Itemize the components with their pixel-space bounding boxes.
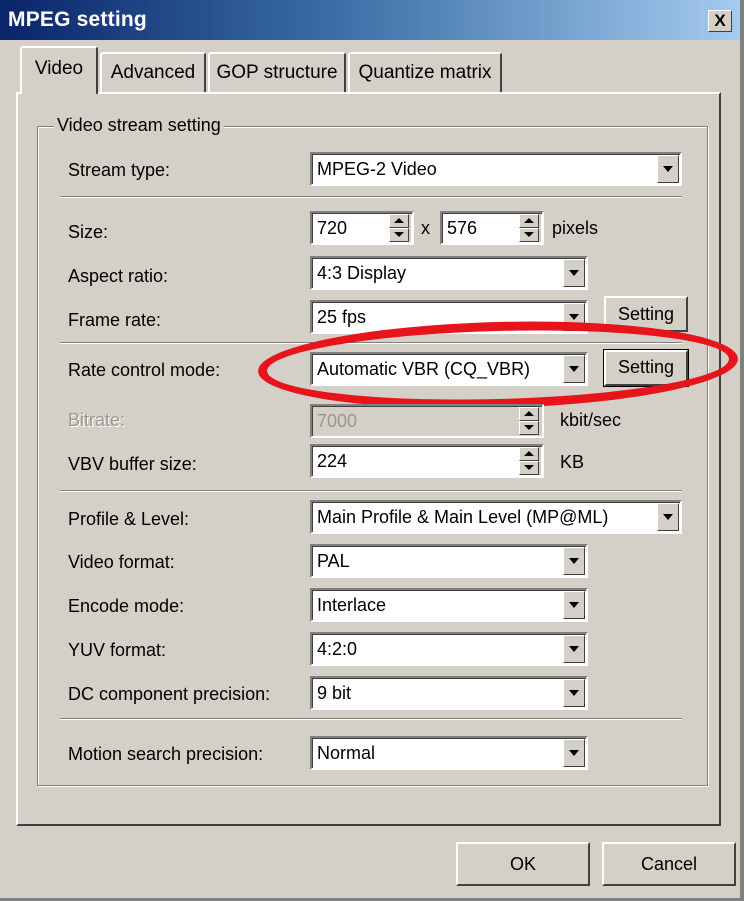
vbv-spin-buttons[interactable] bbox=[519, 447, 541, 475]
separator bbox=[60, 718, 682, 720]
chevron-down-icon[interactable] bbox=[563, 635, 585, 663]
aspect-ratio-label: Aspect ratio: bbox=[68, 266, 169, 286]
stream-type-label: Stream type: bbox=[68, 160, 171, 180]
video-format-select[interactable]: PAL bbox=[310, 544, 588, 578]
bitrate-spin-buttons bbox=[519, 407, 541, 435]
encode-mode-label: Encode mode: bbox=[68, 596, 185, 616]
group-title: Video stream setting bbox=[54, 115, 224, 136]
encode-mode-value: Interlace bbox=[317, 595, 387, 615]
frame-rate-value: 25 fps bbox=[317, 307, 367, 327]
close-icon: X bbox=[714, 11, 726, 30]
aspect-ratio-value: 4:3 Display bbox=[317, 263, 407, 283]
dc-precision-label: DC component precision: bbox=[68, 684, 271, 704]
spin-up-icon bbox=[519, 407, 539, 421]
chevron-down-icon[interactable] bbox=[563, 679, 585, 707]
profile-level-value: Main Profile & Main Level (MP@ML) bbox=[317, 507, 609, 527]
motion-search-label: Motion search precision: bbox=[68, 744, 264, 764]
video-format-value: PAL bbox=[317, 551, 350, 571]
separator bbox=[60, 490, 682, 492]
bitrate-value: 7000 bbox=[317, 411, 358, 431]
bitrate-unit: kbit/sec bbox=[560, 410, 622, 430]
vbv-buffer-label: VBV buffer size: bbox=[68, 454, 197, 474]
yuv-format-select[interactable]: 4:2:0 bbox=[310, 632, 588, 666]
video-format-label: Video format: bbox=[68, 552, 175, 572]
chevron-down-icon[interactable] bbox=[657, 503, 679, 531]
separator bbox=[60, 196, 682, 198]
stream-type-value: MPEG-2 Video bbox=[317, 159, 437, 179]
yuv-format-label: YUV format: bbox=[68, 640, 167, 660]
bitrate-label: Bitrate: bbox=[68, 410, 126, 430]
size-label: Size: bbox=[68, 222, 109, 242]
spin-up-icon[interactable] bbox=[519, 214, 539, 228]
chevron-down-icon[interactable] bbox=[563, 591, 585, 619]
stream-type-select[interactable]: MPEG-2 Video bbox=[310, 152, 682, 186]
chevron-down-icon[interactable] bbox=[657, 155, 679, 183]
frame-rate-label: Frame rate: bbox=[68, 310, 162, 330]
chevron-down-icon[interactable] bbox=[563, 547, 585, 575]
rate-control-label: Rate control mode: bbox=[68, 360, 221, 380]
chevron-down-icon[interactable] bbox=[563, 259, 585, 287]
encode-mode-select[interactable]: Interlace bbox=[310, 588, 588, 622]
spin-down-icon[interactable] bbox=[519, 461, 539, 475]
width-spinner[interactable]: 720 bbox=[310, 211, 414, 245]
height-spinner[interactable]: 576 bbox=[440, 211, 544, 245]
aspect-ratio-select[interactable]: 4:3 Display bbox=[310, 256, 588, 290]
tab-gop-structure[interactable]: GOP structure bbox=[208, 52, 346, 92]
profile-level-select[interactable]: Main Profile & Main Level (MP@ML) bbox=[310, 500, 682, 534]
profile-level-label: Profile & Level: bbox=[68, 509, 190, 529]
close-button[interactable]: X bbox=[708, 10, 732, 32]
dc-precision-select[interactable]: 9 bit bbox=[310, 676, 588, 710]
height-spin-buttons[interactable] bbox=[519, 214, 541, 242]
spin-down-icon[interactable] bbox=[389, 228, 409, 242]
motion-search-value: Normal bbox=[317, 743, 376, 763]
vbv-buffer-unit: KB bbox=[560, 452, 585, 472]
ok-button[interactable]: OK bbox=[456, 842, 590, 886]
size-times: x bbox=[421, 218, 430, 238]
width-spin-buttons[interactable] bbox=[389, 214, 411, 242]
title-bar[interactable]: MPEG setting X bbox=[0, 0, 740, 40]
chevron-down-icon[interactable] bbox=[563, 739, 585, 767]
dc-precision-value: 9 bit bbox=[317, 683, 352, 703]
height-value: 576 bbox=[447, 218, 478, 238]
spin-up-icon[interactable] bbox=[519, 447, 539, 461]
motion-search-select[interactable]: Normal bbox=[310, 736, 588, 770]
spin-down-icon[interactable] bbox=[519, 228, 539, 242]
spin-up-icon[interactable] bbox=[389, 214, 409, 228]
yuv-format-value: 4:2:0 bbox=[317, 639, 358, 659]
tab-quantize-matrix[interactable]: Quantize matrix bbox=[348, 52, 502, 92]
tab-video[interactable]: Video bbox=[20, 46, 98, 94]
vbv-buffer-value: 224 bbox=[317, 451, 348, 471]
spin-down-icon bbox=[519, 421, 539, 435]
window-title: MPEG setting bbox=[8, 8, 147, 31]
size-unit: pixels bbox=[552, 218, 599, 238]
mpeg-setting-dialog: MPEG setting X Video Advanced GOP struct… bbox=[0, 0, 744, 901]
bitrate-spinner: 7000 bbox=[310, 404, 544, 438]
tab-advanced[interactable]: Advanced bbox=[100, 52, 206, 92]
width-value: 720 bbox=[317, 218, 348, 238]
vbv-buffer-spinner[interactable]: 224 bbox=[310, 444, 544, 478]
cancel-button[interactable]: Cancel bbox=[602, 842, 736, 886]
